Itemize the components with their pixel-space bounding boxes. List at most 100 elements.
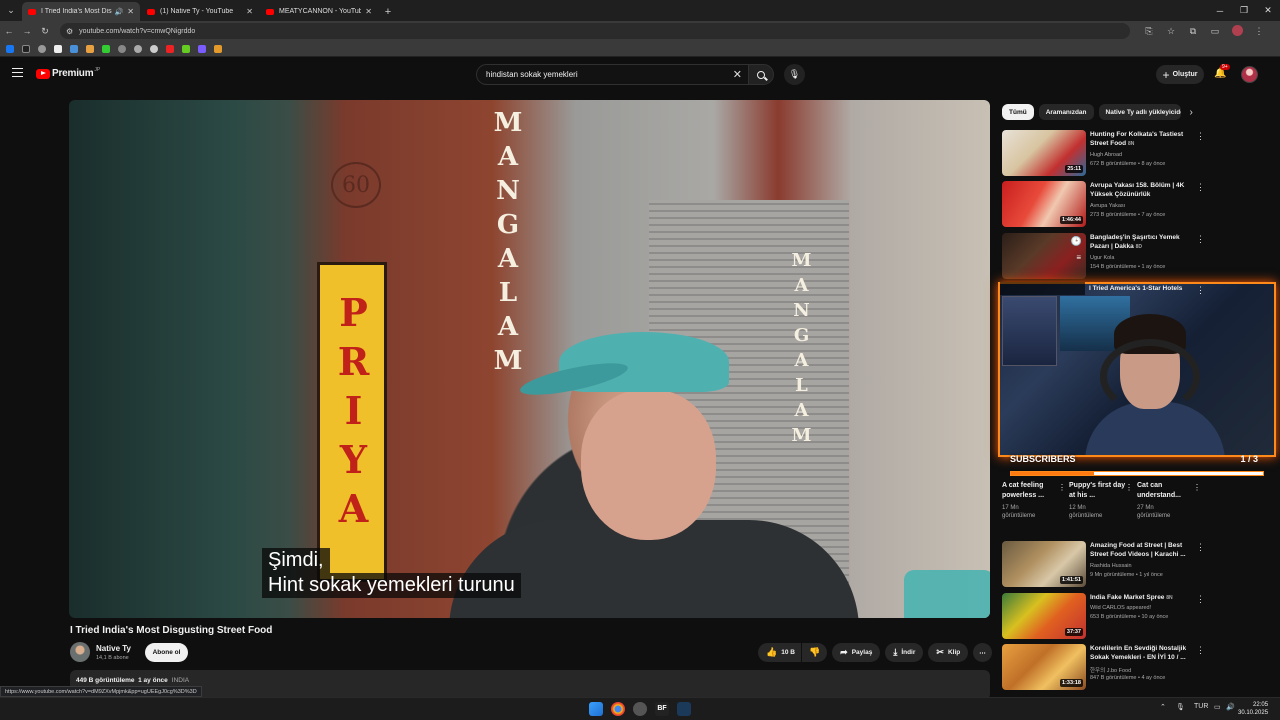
chip-from-uploader[interactable]: Native Ty adlı yükleyiciden [1098, 104, 1181, 120]
input-language[interactable]: TUR [1194, 703, 1208, 710]
video-thumbnail[interactable]: 🕒 ≡ [1002, 233, 1086, 279]
like-button[interactable]: 👍 10 B [758, 643, 801, 662]
related-video-title[interactable]: India Fake Market Spree 8N [1090, 593, 1190, 603]
more-vertical-icon[interactable]: ⋮ [1196, 131, 1205, 142]
network-icon[interactable]: ▭ [1214, 703, 1221, 711]
bookmark-icon[interactable] [150, 44, 158, 53]
steam-icon[interactable] [677, 702, 691, 716]
guide-menu-icon[interactable] [12, 68, 23, 77]
chrome-icon[interactable] [611, 702, 625, 716]
cast-icon[interactable]: ⎘ [1138, 26, 1160, 37]
bookmark-icon[interactable] [86, 44, 94, 53]
back-button[interactable]: ← [0, 22, 18, 40]
search-input[interactable]: hindistan sokak yemekleri ✕ [476, 64, 748, 85]
short-item[interactable]: Puppy's first day at his ... 12 Mn görünt… [1069, 481, 1133, 520]
more-vertical-icon[interactable]: ⋮ [1196, 542, 1205, 553]
bf-app-icon[interactable]: BF [655, 702, 669, 716]
bookmark-icon[interactable] [166, 44, 174, 53]
volume-icon[interactable]: 🔊 [1226, 703, 1235, 711]
related-video-channel[interactable]: 한우의 J.bo Food [1090, 666, 1200, 674]
close-tab-icon[interactable]: ✕ [246, 7, 253, 16]
app-icon[interactable] [633, 702, 647, 716]
related-video[interactable]: 1:33:18 Korelilerin En Sevdiği Nostaljik… [1002, 644, 1272, 690]
microphone-tray-icon[interactable]: 🎙 [1176, 703, 1185, 711]
address-bar[interactable]: ⚙ youtube.com/watch?v=cmwQNigrddo [60, 23, 1130, 39]
related-video-channel[interactable]: Avrupa Yakası [1090, 203, 1200, 209]
facebook-icon[interactable] [6, 44, 14, 53]
bookmark-icon[interactable] [102, 44, 110, 53]
x-icon[interactable] [22, 44, 30, 53]
voice-search-button[interactable]: 🎙 [784, 64, 805, 85]
related-video-channel[interactable]: Wild CARLOS appeared! [1090, 605, 1200, 611]
bookmark-icon[interactable] [198, 44, 206, 53]
more-vertical-icon[interactable]: ⋮ [1125, 483, 1133, 492]
channel-name[interactable]: Native Ty [96, 644, 131, 653]
profile-icon[interactable] [1226, 24, 1248, 38]
more-vertical-icon[interactable]: ⋮ [1193, 483, 1201, 492]
related-video[interactable]: 37:37 India Fake Market Spree 8N Wild CA… [1002, 593, 1272, 639]
browser-tab-1[interactable]: I Tried India's Most Disgusti 🔊 ✕ [22, 2, 140, 21]
related-video-channel[interactable]: Hugh Abroad [1090, 152, 1200, 158]
download-button[interactable]: ⤓ İndir [885, 643, 924, 662]
bookmark-icon[interactable] [134, 44, 142, 53]
menu-icon[interactable]: ⋮ [1248, 26, 1270, 37]
more-vertical-icon[interactable]: ⋮ [1196, 182, 1205, 193]
chip-all[interactable]: Tümü [1002, 104, 1034, 120]
forward-button[interactable]: → [18, 22, 36, 40]
video-thumbnail[interactable]: 1:41:51 [1002, 541, 1086, 587]
create-button[interactable]: + Oluştur [1156, 65, 1204, 84]
close-tab-icon[interactable]: ✕ [127, 7, 134, 16]
more-vertical-icon[interactable]: ⋮ [1196, 234, 1205, 245]
browser-tab-2[interactable]: (1) Native Ty - YouTube ✕ [141, 2, 259, 21]
bookmark-icon[interactable] [38, 44, 46, 53]
clip-button[interactable]: ✂ Klip [928, 643, 969, 662]
related-video-title[interactable]: Hunting For Kolkata's Tastiest Street Fo… [1090, 130, 1190, 149]
new-tab-button[interactable]: + [379, 2, 397, 21]
tab-search-button[interactable]: ⌄ [0, 0, 22, 21]
more-vertical-icon[interactable]: ⋮ [1058, 483, 1066, 492]
start-icon[interactable] [589, 702, 603, 716]
clear-search-icon[interactable]: ✕ [733, 68, 742, 81]
sidebar-icon[interactable]: ▭ [1204, 26, 1226, 37]
short-item[interactable]: Cat can understand... 27 Mn görüntüleme ⋮ [1137, 481, 1201, 520]
related-video[interactable]: 25:11 Hunting For Kolkata's Tastiest Str… [1002, 130, 1272, 176]
video-player[interactable]: PRIYA MANGALAM MANGALAM 60 [69, 100, 990, 618]
bookmark-icon[interactable] [54, 44, 62, 53]
bookmark-star-icon[interactable]: ☆ [1160, 26, 1182, 37]
bookmark-icon[interactable] [214, 44, 222, 53]
reload-button[interactable]: ↻ [36, 22, 54, 40]
related-video-channel[interactable]: Ugur Kola [1090, 255, 1200, 261]
video-thumbnail[interactable]: 1:46:44 [1002, 181, 1086, 227]
related-video-title[interactable]: Korelilerin En Sevdiği Nostaljik Sokak Y… [1090, 644, 1190, 662]
restore-button[interactable]: ❐ [1232, 0, 1256, 21]
dislike-button[interactable]: 👎 [801, 643, 828, 662]
chevron-right-icon[interactable]: › [1190, 107, 1193, 118]
subscribe-button[interactable]: Abone ol [145, 643, 188, 662]
bookmark-icon[interactable] [70, 44, 78, 53]
more-actions-button[interactable]: ⋯ [973, 643, 992, 662]
system-clock[interactable]: 22:05 30.10.2025 [1238, 701, 1268, 717]
browser-tab-3[interactable]: MEATYCANNON - YouTube ✕ [260, 2, 378, 21]
related-video[interactable]: 1:41:51 Amazing Food at Street | Best St… [1002, 541, 1272, 587]
video-thumbnail[interactable]: 1:33:18 [1002, 644, 1086, 690]
short-item[interactable]: A cat feeling powerless ... 17 Mn görüntü… [1002, 481, 1066, 520]
extensions-icon[interactable]: ⧉ [1182, 26, 1204, 37]
related-video-title[interactable]: Avrupa Yakası 158. Bölüm | 4K Yüksek Çöz… [1090, 181, 1190, 199]
partial-video-title[interactable]: I Tried America's 1-Star Hotels [1089, 285, 1182, 292]
bookmark-icon[interactable] [182, 44, 190, 53]
notifications-button[interactable]: 🔔 9+ [1214, 64, 1230, 79]
share-button[interactable]: ➦ Paylaş [832, 643, 881, 662]
related-video[interactable]: 🕒 ≡ Bangladeş'in Şaşırtıcı Yemek Pazarı … [1002, 233, 1272, 279]
minimize-button[interactable]: ─ [1208, 0, 1232, 21]
watch-later-icon[interactable]: 🕒 [1071, 236, 1082, 247]
hashtag[interactable]: INDIA [172, 677, 189, 684]
site-info-icon[interactable]: ⚙ [66, 27, 73, 36]
close-tab-icon[interactable]: ✕ [365, 7, 372, 16]
chip-from-search[interactable]: Aramanızdan [1038, 104, 1094, 120]
related-video[interactable]: 1:46:44 Avrupa Yakası 158. Bölüm | 4K Yü… [1002, 181, 1272, 227]
account-avatar[interactable] [1241, 66, 1258, 83]
more-vertical-icon[interactable]: ⋮ [1196, 285, 1205, 296]
related-video-channel[interactable]: Rashida Hussain [1090, 563, 1200, 569]
bookmark-icon[interactable] [118, 44, 126, 53]
more-vertical-icon[interactable]: ⋮ [1196, 645, 1205, 656]
